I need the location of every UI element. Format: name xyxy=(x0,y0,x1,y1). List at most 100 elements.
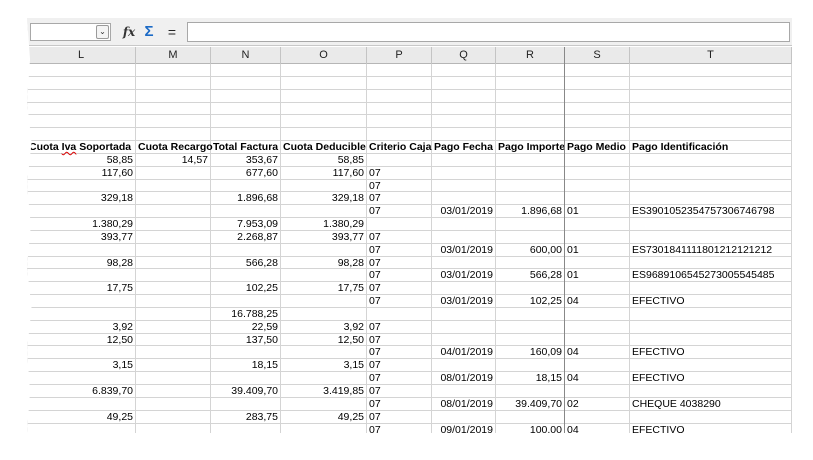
empty-cell[interactable] xyxy=(432,76,496,90)
table-cell[interactable] xyxy=(630,282,792,296)
table-cell[interactable]: 1.896,68 xyxy=(496,205,565,219)
table-cell[interactable]: 03/01/2019 xyxy=(432,269,496,283)
table-cell[interactable] xyxy=(211,295,281,308)
table-cell[interactable] xyxy=(565,230,630,244)
table-cell[interactable] xyxy=(211,423,281,433)
table-cell[interactable] xyxy=(211,179,281,193)
table-cell[interactable] xyxy=(211,243,281,257)
table-cell[interactable] xyxy=(565,166,630,180)
empty-cell[interactable] xyxy=(211,64,281,77)
empty-cell[interactable] xyxy=(496,76,565,90)
table-cell[interactable]: 100,00 xyxy=(496,423,565,433)
table-cell[interactable] xyxy=(496,320,565,334)
table-cell[interactable] xyxy=(496,230,565,244)
table-cell[interactable]: 04 xyxy=(565,423,630,433)
empty-cell[interactable] xyxy=(136,102,211,116)
table-cell[interactable] xyxy=(136,333,211,347)
empty-cell[interactable] xyxy=(27,64,136,77)
table-cell[interactable] xyxy=(565,333,630,347)
table-cell[interactable]: 22,59 xyxy=(211,320,281,334)
table-cell[interactable]: 1.380,29 xyxy=(281,218,367,231)
empty-cell[interactable] xyxy=(211,128,281,142)
table-cell[interactable] xyxy=(136,307,211,321)
table-cell[interactable] xyxy=(281,269,367,283)
table-cell[interactable]: 6.839,70 xyxy=(27,385,136,398)
table-cell[interactable] xyxy=(496,179,565,193)
table-cell[interactable]: 07 xyxy=(367,410,432,424)
table-cell[interactable]: 04 xyxy=(565,295,630,308)
table-cell[interactable] xyxy=(630,333,792,347)
table-cell[interactable]: 07 xyxy=(367,346,432,360)
table-cell[interactable] xyxy=(136,385,211,398)
table-cell[interactable] xyxy=(432,179,496,193)
table-cell[interactable] xyxy=(496,410,565,424)
table-cell[interactable]: 07 xyxy=(367,385,432,398)
table-cell[interactable] xyxy=(565,179,630,193)
table-cell[interactable] xyxy=(630,230,792,244)
empty-cell[interactable] xyxy=(630,128,792,142)
empty-cell[interactable] xyxy=(565,115,630,129)
table-cell[interactable] xyxy=(565,359,630,373)
table-cell[interactable] xyxy=(432,282,496,296)
empty-cell[interactable] xyxy=(630,64,792,77)
table-cell[interactable] xyxy=(496,218,565,231)
empty-cell[interactable] xyxy=(281,128,367,142)
empty-cell[interactable] xyxy=(27,76,136,90)
table-cell[interactable]: 3,92 xyxy=(27,320,136,334)
table-cell[interactable] xyxy=(211,269,281,283)
table-cell[interactable]: 01 xyxy=(565,269,630,283)
table-cell[interactable]: EFECTIVO xyxy=(630,295,792,308)
table-cell[interactable] xyxy=(136,166,211,180)
table-cell[interactable] xyxy=(496,282,565,296)
empty-cell[interactable] xyxy=(565,102,630,116)
table-cell[interactable]: 14,57 xyxy=(136,153,211,167)
empty-cell[interactable] xyxy=(136,89,211,103)
empty-cell[interactable] xyxy=(27,115,136,129)
table-cell[interactable]: 3,15 xyxy=(281,359,367,373)
column-header-r[interactable]: R xyxy=(496,47,565,64)
table-cell[interactable]: 09/01/2019 xyxy=(432,423,496,433)
table-cell[interactable] xyxy=(27,307,136,321)
table-cell[interactable]: 677,60 xyxy=(211,166,281,180)
table-cell[interactable] xyxy=(281,205,367,219)
table-cell[interactable] xyxy=(27,179,136,193)
empty-cell[interactable] xyxy=(432,64,496,77)
table-cell[interactable] xyxy=(496,333,565,347)
table-cell[interactable] xyxy=(367,153,432,167)
table-cell[interactable] xyxy=(136,179,211,193)
table-cell[interactable] xyxy=(630,179,792,193)
empty-cell[interactable] xyxy=(136,76,211,90)
table-cell[interactable]: 329,18 xyxy=(27,192,136,206)
formula-input[interactable] xyxy=(187,22,790,42)
table-cell[interactable]: 98,28 xyxy=(281,256,367,270)
empty-cell[interactable] xyxy=(432,89,496,103)
table-cell[interactable]: 01 xyxy=(565,243,630,257)
empty-cell[interactable] xyxy=(27,128,136,142)
table-cell[interactable]: 18,15 xyxy=(496,372,565,385)
table-cell[interactable]: EFECTIVO xyxy=(630,372,792,385)
table-cell[interactable]: 39.409,70 xyxy=(496,397,565,411)
table-cell[interactable] xyxy=(136,423,211,433)
table-cell[interactable] xyxy=(565,153,630,167)
table-cell[interactable] xyxy=(630,218,792,231)
table-cell[interactable] xyxy=(432,166,496,180)
table-cell[interactable]: 7.953,09 xyxy=(211,218,281,231)
cell-grid[interactable]: Cuota Iva Soportada Cuota Recargo Total Fa… xyxy=(27,64,792,433)
empty-cell[interactable] xyxy=(136,115,211,129)
table-cell[interactable] xyxy=(432,410,496,424)
table-cell[interactable]: 3.419,85 xyxy=(281,385,367,398)
table-cell[interactable] xyxy=(630,256,792,270)
table-cell[interactable]: 58,85 xyxy=(27,153,136,167)
empty-cell[interactable] xyxy=(211,76,281,90)
header-cell-pago-importe[interactable]: Pago Importe xyxy=(496,141,565,154)
table-cell[interactable]: 07 xyxy=(367,269,432,283)
table-cell[interactable] xyxy=(432,153,496,167)
empty-cell[interactable] xyxy=(281,89,367,103)
table-cell[interactable] xyxy=(432,218,496,231)
table-cell[interactable]: 3,15 xyxy=(27,359,136,373)
table-cell[interactable] xyxy=(496,166,565,180)
table-cell[interactable] xyxy=(136,230,211,244)
column-header-s[interactable]: S xyxy=(565,47,630,64)
table-cell[interactable] xyxy=(136,218,211,231)
table-cell[interactable] xyxy=(281,423,367,433)
